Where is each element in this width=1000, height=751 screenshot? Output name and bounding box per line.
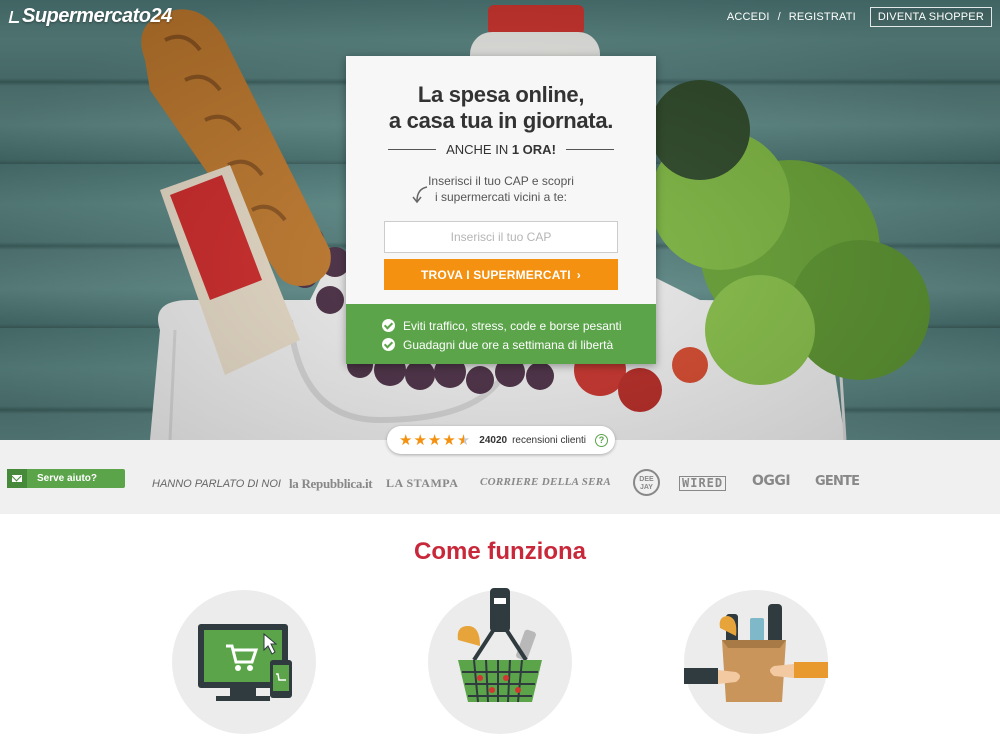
signup-card: La spesa online, a casa tua in giornata.…: [346, 56, 656, 364]
star-icon: ★: [442, 431, 456, 449]
curved-arrow-icon: [412, 186, 428, 204]
step-2-illustration: [428, 588, 572, 734]
check-icon: [382, 319, 395, 332]
star-icon: ★: [399, 431, 413, 449]
subtitle-highlight: 1 ORA!: [511, 142, 556, 157]
benefit-item: Guadagni due ore a settimana di libertà: [382, 335, 656, 354]
hero-title-line1: La spesa online,: [417, 82, 585, 107]
deejay-line2: JAY: [640, 484, 653, 491]
help-button[interactable]: Serve aiuto?: [7, 469, 125, 488]
half-star-icon: ★: [456, 431, 471, 449]
logo-text: Supermercato24: [22, 5, 172, 27]
oggi-logo: OGGI: [752, 473, 791, 489]
nav-separator: /: [777, 11, 781, 23]
delivery-bag-icon: [684, 604, 828, 702]
login-link[interactable]: ACCEDI: [727, 11, 770, 23]
become-shopper-button[interactable]: DIVENTA SHOPPER: [869, 7, 992, 27]
repubblica-logo: la Repubblica.it: [289, 476, 373, 491]
wired-logo: WIRED: [679, 476, 727, 491]
check-icon: [382, 338, 395, 351]
how-it-works-title: Come funziona: [414, 538, 586, 565]
reviews-badge[interactable]: ★ ★ ★ ★ ★ 24020 recensioni clienti ?: [387, 426, 615, 454]
hero-subtitle: ANCHE IN 1 ORA!: [346, 142, 656, 157]
benefit-text: Eviti traffico, stress, code e borse pes…: [403, 318, 622, 333]
review-count: 24020: [479, 434, 508, 446]
register-link[interactable]: REGISTRATI: [789, 11, 856, 23]
star-icon: ★: [413, 431, 427, 449]
chevron-right-icon: ›: [576, 267, 581, 282]
deejay-logo: DEE JAY: [633, 469, 660, 496]
deejay-line1: DEE: [639, 476, 654, 483]
cap-help-line2: i supermercati vicini a te:: [434, 190, 568, 204]
help-button-label: Serve aiuto?: [37, 473, 98, 484]
step-1-illustration: [172, 590, 316, 734]
star-icon: ★: [427, 431, 442, 449]
subtitle-text: ANCHE IN 1 ORA!: [446, 142, 556, 157]
hero-title-line2: a casa tua in giornata.: [388, 108, 614, 133]
cap-help-line1: Inserisci il tuo CAP e scopri: [428, 174, 574, 188]
logo-cart-icon: [8, 11, 22, 23]
site-logo[interactable]: Supermercato24: [8, 5, 172, 28]
review-label: recensioni clienti: [512, 434, 587, 446]
find-supermarkets-button[interactable]: TROVA I SUPERMERCATI ›: [384, 259, 618, 290]
gente-logo: GENTE: [815, 474, 860, 489]
la-stampa-logo: LA STAMPA: [386, 476, 459, 490]
hero-title: La spesa online, a casa tua in giornata.: [346, 82, 656, 134]
find-supermarkets-label: TROVA I SUPERMERCATI: [421, 267, 571, 282]
benefits-box: Eviti traffico, stress, code e borse pes…: [346, 304, 656, 364]
corriere-logo: CORRIERE DELLA SERA: [480, 476, 612, 488]
mail-icon: [7, 469, 27, 488]
cap-help-text: Inserisci il tuo CAP e scopri i supermer…: [346, 173, 656, 205]
rating-stars: ★ ★ ★ ★ ★: [399, 433, 470, 448]
press-label: HANNO PARLATO DI NOI: [152, 478, 281, 490]
hero-section: Supermercato24 ACCEDI / REGISTRATI DIVEN…: [0, 0, 1000, 440]
benefit-item: Eviti traffico, stress, code e borse pes…: [382, 316, 656, 335]
top-navigation: ACCEDI / REGISTRATI DIVENTA SHOPPER: [727, 7, 992, 27]
subtitle-divider-right: [565, 149, 614, 150]
cap-input[interactable]: [384, 221, 618, 253]
step-3-illustration: [684, 590, 828, 734]
subtitle-divider-left: [388, 149, 437, 150]
grocery-basket-icon: [457, 588, 542, 703]
benefit-text: Guadagni due ore a settimana di libertà: [403, 337, 614, 352]
computer-cart-icon: [198, 624, 292, 701]
subtitle-prefix: ANCHE IN: [446, 142, 509, 157]
question-icon[interactable]: ?: [595, 433, 609, 447]
